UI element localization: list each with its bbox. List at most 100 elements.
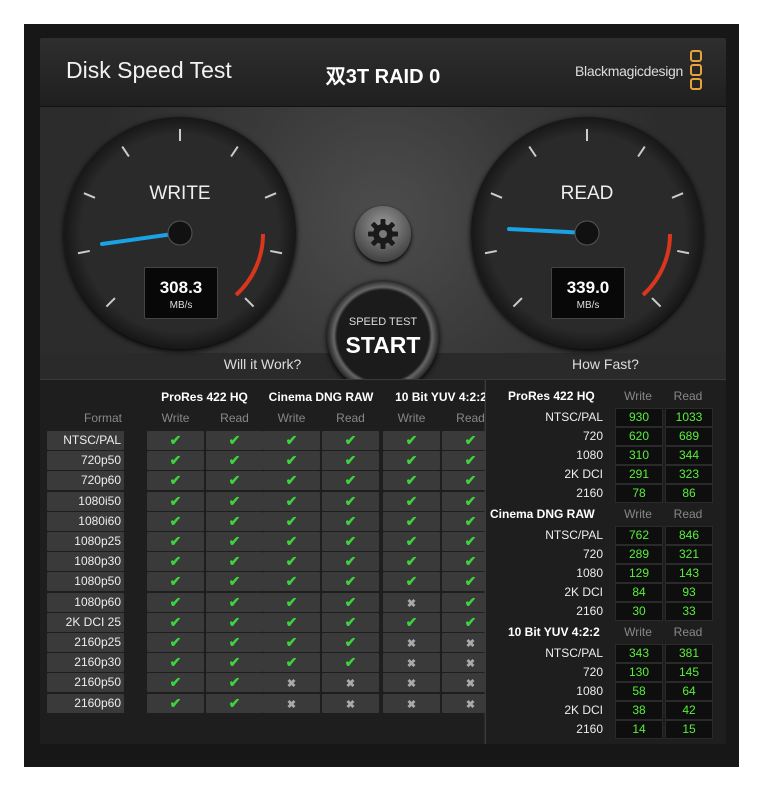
table-cell: ✔ <box>383 532 440 551</box>
format-label: 1080p60 <box>74 594 121 609</box>
format-label: 1080p30 <box>74 554 121 569</box>
write-gauge: WRITE 308.3 MB/s <box>64 117 296 349</box>
table-cell: ✔ <box>206 532 263 551</box>
format-label: NTSC/PAL <box>545 528 603 542</box>
check-icon: ✔ <box>228 573 241 590</box>
check-icon: ✔ <box>169 472 182 489</box>
check-icon: ✔ <box>228 492 241 509</box>
read-speed-value: 1033 <box>665 408 713 427</box>
format-label: NTSC/PAL <box>63 433 121 447</box>
table-cell: ✔ <box>322 511 379 531</box>
gauge-tick <box>77 249 90 255</box>
table-cell: ✔ <box>263 552 320 572</box>
header: Disk Speed Test 双3T RAID 0 Blackmagicdes… <box>40 38 726 107</box>
table-cell: ✖ <box>383 592 440 612</box>
write-column-label: Write <box>277 411 306 425</box>
table-cell: ✔ <box>322 552 379 572</box>
cross-icon: ✖ <box>465 638 476 650</box>
table-cell: ✔ <box>206 471 263 491</box>
check-icon: ✔ <box>344 613 357 630</box>
check-icon: ✔ <box>405 492 418 509</box>
format-cell: 2160p60 <box>47 693 124 713</box>
format-label: NTSC/PAL <box>545 646 603 660</box>
check-icon: ✔ <box>344 512 357 529</box>
write-speed-value: 930 <box>615 408 663 427</box>
check-icon: ✔ <box>228 634 241 650</box>
table-cell: ✔ <box>322 592 379 612</box>
settings-button[interactable] <box>355 206 411 262</box>
format-label: 720 <box>582 429 603 443</box>
table-cell: ✔ <box>322 653 379 673</box>
table-cell: ✔ <box>147 693 204 713</box>
write-speed-value: 58 <box>615 682 663 701</box>
check-icon: ✔ <box>169 634 182 650</box>
table-cell: ✔ <box>147 673 204 693</box>
how-fast-table: ProRes 422 HQ Write Read NTSC/PAL 930 1033 720… <box>485 379 726 744</box>
check-icon: ✔ <box>405 432 418 448</box>
start-button[interactable]: SPEED TEST START <box>327 280 439 392</box>
write-gauge-title: WRITE <box>149 183 211 204</box>
read-column-label: Read <box>336 411 365 425</box>
check-icon: ✔ <box>344 654 357 671</box>
format-label: 2160p25 <box>74 635 121 649</box>
format-cell: 2160p50 <box>47 673 124 693</box>
table-cell: ✔ <box>383 491 440 511</box>
check-icon: ✔ <box>285 492 298 509</box>
gauge-tick <box>244 297 255 308</box>
check-icon: ✔ <box>464 432 477 448</box>
disk-speed-test-panel: × Disk Speed Test 双3T RAID 0 Blackmagicd… <box>40 38 726 744</box>
cross-icon: ✖ <box>345 678 356 691</box>
read-speed-value: 846 <box>665 526 713 545</box>
brand-logo-icon <box>690 50 702 92</box>
gauge-tick <box>651 297 662 308</box>
write-speed-value: 310 <box>615 446 663 465</box>
table-cell: ✔ <box>383 552 440 572</box>
gauge-tick <box>105 297 116 308</box>
table-cell: ✔ <box>206 511 263 531</box>
read-speed-value: 93 <box>665 583 713 602</box>
check-icon: ✔ <box>405 613 418 630</box>
table-cell: ✔ <box>383 612 440 632</box>
gauge-tick <box>528 145 537 158</box>
app-title: Disk Speed Test <box>66 57 232 83</box>
gauge-tick <box>677 249 690 255</box>
check-icon: ✔ <box>285 573 298 590</box>
table-cell: ✔ <box>206 431 263 450</box>
read-speed-value: 321 <box>665 545 713 564</box>
table-cell: ✖ <box>263 693 320 713</box>
table-cell: ✔ <box>263 653 320 673</box>
group-header: ProRes 422 HQ <box>508 389 595 403</box>
check-icon: ✔ <box>228 674 241 691</box>
table-cell: ✔ <box>147 451 204 471</box>
check-icon: ✔ <box>169 512 182 529</box>
format-label: 720 <box>582 547 603 561</box>
will-it-work-table: ProRes 422 HQ Write Read Cinema DNG RAW Writ… <box>40 379 499 744</box>
read-speed-value: 323 <box>665 465 713 484</box>
table-cell: ✔ <box>322 431 379 450</box>
check-icon: ✔ <box>285 452 298 469</box>
check-icon: ✔ <box>285 472 298 489</box>
cross-icon: ✖ <box>465 658 476 671</box>
table-cell: ✔ <box>263 451 320 471</box>
format-label: 1080i50 <box>78 493 121 508</box>
cross-icon: ✖ <box>406 658 417 671</box>
table-cell: ✔ <box>263 491 320 511</box>
table-cell: ✔ <box>206 572 263 592</box>
read-readout: 339.0 MB/s <box>551 267 625 319</box>
format-label: 1080 <box>576 684 603 698</box>
write-speed-value: 291 <box>615 465 663 484</box>
write-speed-value: 289 <box>615 545 663 564</box>
write-column-label: Write <box>624 389 652 403</box>
table-cell: ✔ <box>206 693 263 713</box>
table-cell: ✖ <box>263 673 320 693</box>
check-icon: ✔ <box>169 432 182 448</box>
format-label: 2K DCI <box>564 585 603 599</box>
read-column-label: Read <box>673 389 703 403</box>
check-icon: ✔ <box>169 694 182 711</box>
format-label: 720p50 <box>80 453 121 468</box>
check-icon: ✔ <box>344 432 357 448</box>
check-icon: ✔ <box>405 472 418 489</box>
format-label: NTSC/PAL <box>545 410 603 424</box>
start-button-caption: SPEED TEST <box>348 316 418 328</box>
table-cell: ✔ <box>263 431 320 450</box>
